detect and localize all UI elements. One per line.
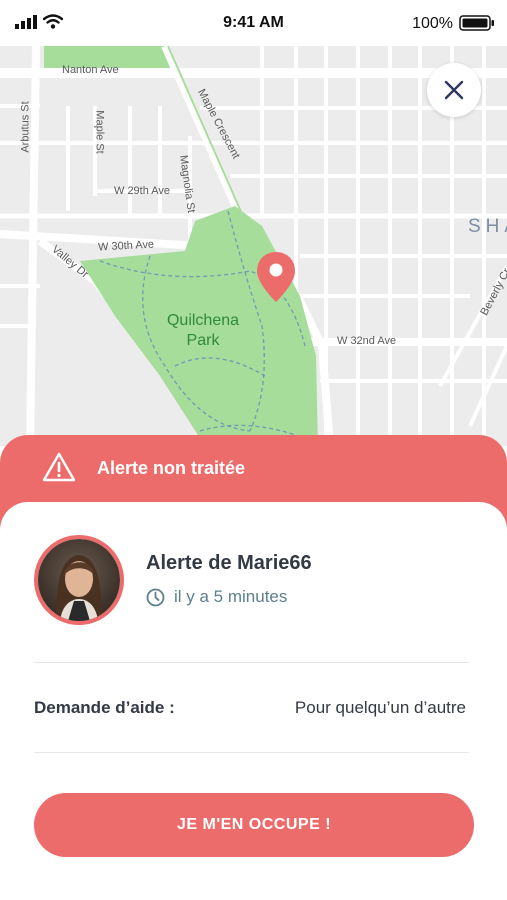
alert-time-ago: il y a 5 minutes xyxy=(174,587,288,606)
clock-icon xyxy=(146,588,165,606)
status-bar: 9:41 AM 100% xyxy=(0,0,507,46)
street-label-w32: W 32nd Ave xyxy=(337,335,397,347)
close-icon xyxy=(444,80,464,100)
alert-from-label: Alerte de Marie66 xyxy=(146,552,312,574)
street-label-maple-st: Maple St xyxy=(93,110,106,154)
user-photo xyxy=(38,539,120,621)
park-label: Quilchena Park xyxy=(148,311,258,351)
map-pin-icon[interactable] xyxy=(256,251,296,303)
help-request-label: Demande d’aide : xyxy=(34,698,175,717)
park-name-line2: Park xyxy=(186,332,220,349)
avatar[interactable] xyxy=(34,535,124,625)
divider-top xyxy=(34,662,469,663)
warning-icon xyxy=(42,452,76,482)
park-name-line1: Quilchena xyxy=(166,312,240,329)
divider-bottom xyxy=(34,752,469,753)
battery-icon xyxy=(459,15,494,31)
battery-percent: 100% xyxy=(412,15,453,32)
street-label-nanton: Nanton Ave xyxy=(62,64,119,76)
help-request-value: Pour quelqu’un d’autre xyxy=(294,698,466,717)
street-label-arbutus: Arbutus St xyxy=(19,101,32,153)
district-label: SHA xyxy=(468,216,507,237)
close-button[interactable] xyxy=(427,63,481,117)
alert-time-row: il y a 5 minutes xyxy=(146,587,287,607)
alert-status-title: Alerte non traitée xyxy=(97,458,246,478)
street-label-w29: W 29th Ave xyxy=(114,185,171,197)
map-graphic xyxy=(0,46,507,446)
map-view[interactable]: Nanton Ave Arbutus St Maple St Maple Cre… xyxy=(0,46,507,446)
take-charge-button[interactable]: JE M'EN OCCUPE ! xyxy=(34,793,474,857)
